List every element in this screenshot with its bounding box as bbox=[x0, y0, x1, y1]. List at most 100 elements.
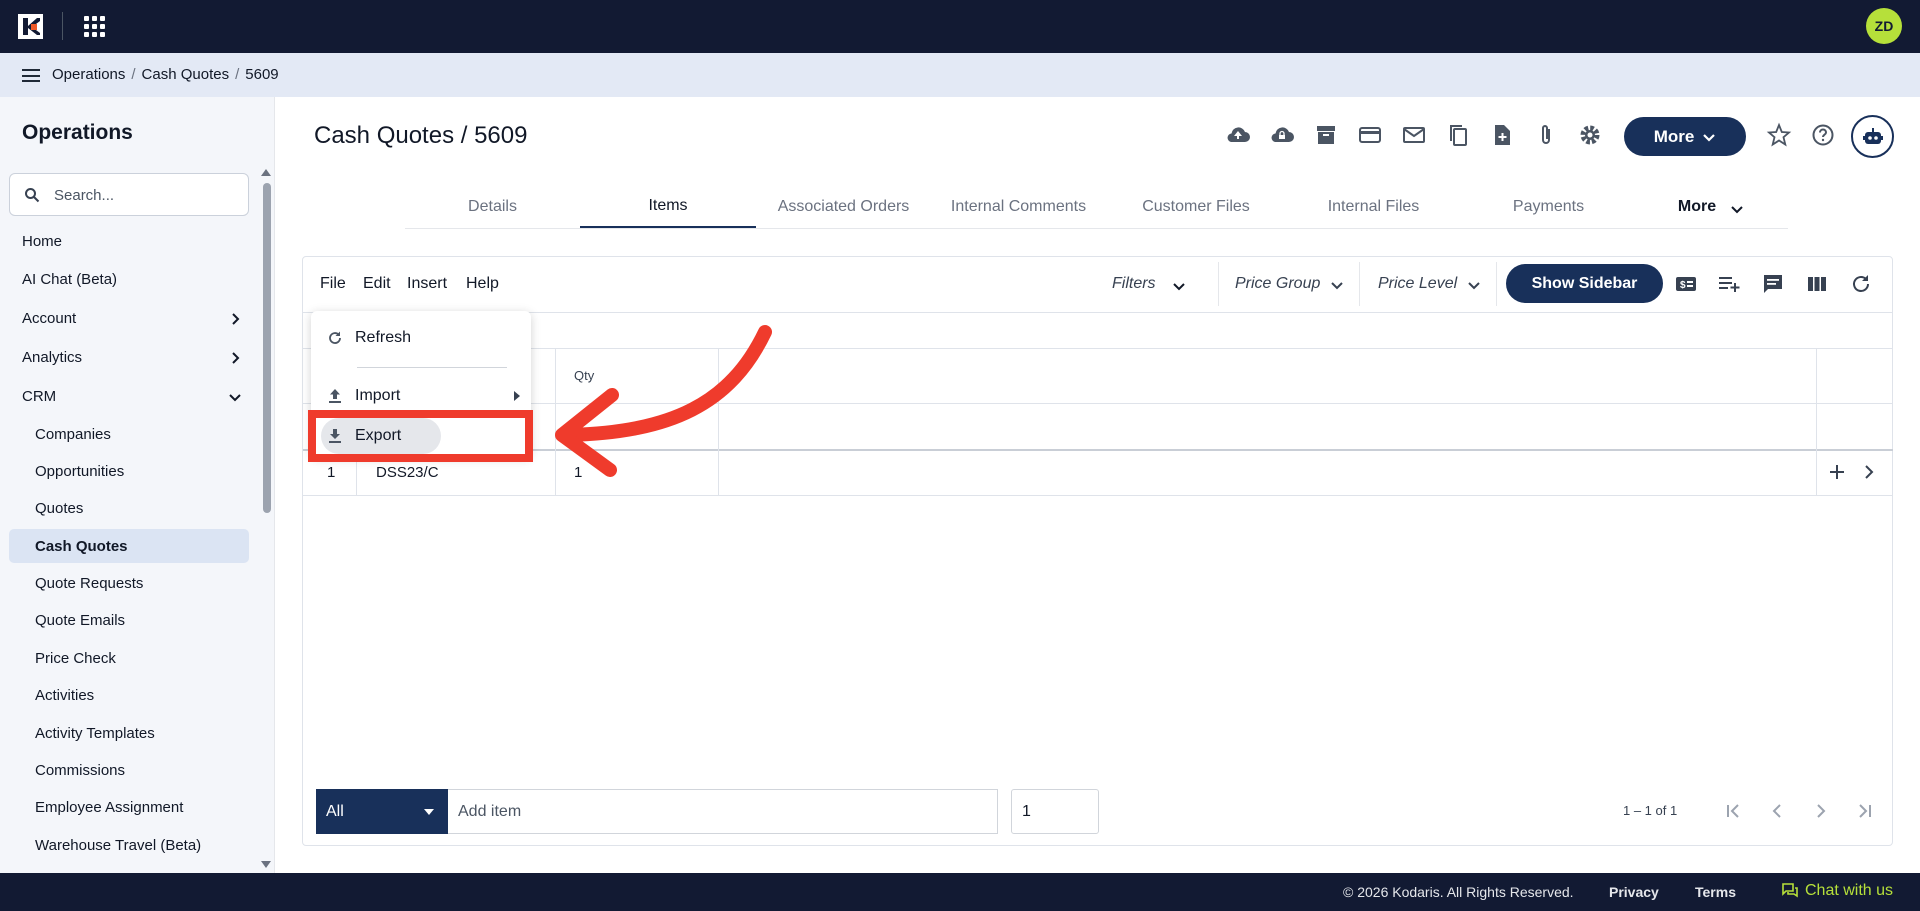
archive-icon[interactable] bbox=[1313, 122, 1339, 148]
sidebar-item-label: Account bbox=[22, 310, 77, 327]
filter-separator bbox=[1218, 262, 1219, 306]
columns-icon[interactable] bbox=[1805, 272, 1829, 296]
add-item-input[interactable] bbox=[448, 789, 998, 834]
top-bar: ZD bbox=[0, 0, 1920, 53]
chevron-down-icon bbox=[1703, 133, 1716, 142]
footer-privacy-link[interactable]: Privacy bbox=[1609, 884, 1659, 900]
ai-assistant-button[interactable] bbox=[1851, 115, 1894, 158]
breadcrumb-bar: Operations / Cash Quotes / 5609 bbox=[0, 53, 1920, 97]
filters-dropdown[interactable]: Filters bbox=[1112, 275, 1156, 293]
chat-with-us-link[interactable]: Chat with us bbox=[1781, 882, 1893, 900]
breadcrumb-cash-quotes[interactable]: Cash Quotes bbox=[142, 66, 230, 83]
tab-associated-orders[interactable]: Associated Orders bbox=[756, 186, 931, 228]
topbar-divider bbox=[62, 12, 63, 40]
caret-down-icon bbox=[424, 809, 434, 815]
comment-icon[interactable] bbox=[1761, 272, 1785, 296]
sidebar-item-ai-chat[interactable]: AI Chat (Beta) bbox=[22, 271, 242, 288]
gear-icon[interactable] bbox=[1577, 122, 1603, 148]
sidebar-search[interactable] bbox=[9, 173, 249, 216]
sidebar-item-cash-quotes[interactable]: Cash Quotes bbox=[35, 538, 128, 555]
help-icon[interactable] bbox=[1810, 122, 1836, 148]
footer-terms-link[interactable]: Terms bbox=[1695, 884, 1736, 900]
scroll-down-arrow[interactable] bbox=[261, 861, 271, 868]
chevron-down-icon[interactable] bbox=[1467, 278, 1481, 292]
cloud-upload-icon[interactable] bbox=[1225, 122, 1251, 148]
sidebar-item-activity-templates[interactable]: Activity Templates bbox=[35, 725, 155, 742]
filters-label: Filters bbox=[1112, 275, 1156, 292]
sidebar-item-quote-emails[interactable]: Quote Emails bbox=[35, 612, 125, 629]
sidebar-item-crm[interactable]: CRM bbox=[22, 388, 242, 405]
first-page-icon[interactable] bbox=[1722, 800, 1744, 822]
sidebar-item-quote-requests[interactable]: Quote Requests bbox=[35, 575, 143, 592]
grid-line bbox=[303, 312, 1893, 313]
sidebar-item-activities[interactable]: Activities bbox=[35, 687, 94, 704]
item-filter-select[interactable]: All bbox=[316, 789, 448, 834]
submenu-arrow-icon bbox=[514, 391, 520, 401]
price-group-dropdown[interactable]: Price Group bbox=[1235, 275, 1320, 293]
sidebar-item-analytics[interactable]: Analytics bbox=[22, 349, 242, 366]
breadcrumb-operations[interactable]: Operations bbox=[52, 66, 125, 83]
tab-bar: Details Items Associated Orders Internal… bbox=[405, 186, 1788, 229]
breadcrumb-current: 5609 bbox=[245, 66, 279, 83]
menu-item-import[interactable]: Import bbox=[327, 387, 527, 405]
tab-details[interactable]: Details bbox=[405, 186, 580, 228]
chevron-right-icon[interactable] bbox=[1861, 463, 1877, 481]
star-icon[interactable] bbox=[1766, 122, 1792, 148]
sidebar-item-employee-assignment[interactable]: Employee Assignment bbox=[35, 799, 183, 816]
refresh-icon[interactable] bbox=[1849, 272, 1873, 296]
tab-items[interactable]: Items bbox=[580, 186, 756, 228]
sidebar-item-quotes[interactable]: Quotes bbox=[35, 500, 83, 517]
refresh-icon bbox=[329, 331, 341, 344]
sidebar-item-price-check[interactable]: Price Check bbox=[35, 650, 116, 667]
sidebar-search-input[interactable] bbox=[54, 184, 234, 206]
kodaris-logo[interactable] bbox=[18, 14, 43, 39]
next-page-icon[interactable] bbox=[1810, 800, 1832, 822]
copy-icon[interactable] bbox=[1445, 122, 1471, 148]
sidebar-scrollbar[interactable] bbox=[263, 183, 271, 513]
sidebar-item-companies[interactable]: Companies bbox=[35, 426, 111, 443]
attachment-icon[interactable] bbox=[1533, 122, 1559, 148]
show-sidebar-button[interactable]: Show Sidebar bbox=[1506, 264, 1663, 303]
menu-icon[interactable] bbox=[22, 69, 40, 82]
sidebar-item-commissions[interactable]: Commissions bbox=[35, 762, 125, 779]
menu-edit[interactable]: Edit bbox=[363, 275, 391, 293]
mail-icon[interactable] bbox=[1401, 122, 1427, 148]
chevron-down-icon[interactable] bbox=[1172, 279, 1186, 293]
previous-page-icon[interactable] bbox=[1766, 800, 1788, 822]
tab-internal-comments[interactable]: Internal Comments bbox=[931, 186, 1106, 228]
menu-insert[interactable]: Insert bbox=[407, 275, 447, 293]
chevron-down-icon[interactable] bbox=[1330, 278, 1344, 292]
sidebar-item-opportunities[interactable]: Opportunities bbox=[35, 463, 124, 480]
highlight-box bbox=[308, 410, 533, 462]
breadcrumb-separator: / bbox=[235, 66, 240, 83]
last-page-icon[interactable] bbox=[1854, 800, 1876, 822]
cloud-lock-icon[interactable] bbox=[1269, 122, 1295, 148]
sidebar-item-label: AI Chat (Beta) bbox=[22, 271, 118, 288]
tab-payments[interactable]: Payments bbox=[1461, 186, 1636, 228]
price-level-dropdown[interactable]: Price Level bbox=[1378, 275, 1457, 293]
sidebar-item-account[interactable]: Account bbox=[22, 310, 242, 327]
cell-item[interactable]: DSS23/C bbox=[376, 464, 439, 481]
credit-card-icon[interactable] bbox=[1357, 122, 1383, 148]
user-avatar[interactable]: ZD bbox=[1866, 8, 1902, 44]
sidebar-item-label: Analytics bbox=[22, 349, 83, 366]
menu-help[interactable]: Help bbox=[466, 275, 499, 293]
quantity-input[interactable] bbox=[1011, 789, 1099, 834]
price-tag-icon[interactable]: $ bbox=[1674, 272, 1698, 296]
file-add-icon[interactable] bbox=[1489, 122, 1515, 148]
scroll-up-arrow[interactable] bbox=[261, 169, 271, 176]
sidebar-item-warehouse-travel[interactable]: Warehouse Travel (Beta) bbox=[35, 837, 201, 854]
menu-file[interactable]: File bbox=[320, 275, 346, 293]
apps-grid-icon[interactable] bbox=[84, 16, 105, 37]
sidebar: Operations Home AI Chat (Beta) Account A… bbox=[0, 97, 275, 873]
tab-more[interactable]: More bbox=[1636, 186, 1786, 228]
price-level-label: Price Level bbox=[1378, 275, 1458, 292]
tab-internal-files[interactable]: Internal Files bbox=[1286, 186, 1461, 228]
add-row-icon[interactable] bbox=[1717, 272, 1741, 296]
tab-customer-files[interactable]: Customer Files bbox=[1106, 186, 1286, 228]
pagination-range: 1 – 1 of 1 bbox=[1623, 803, 1678, 818]
sidebar-item-home[interactable]: Home bbox=[22, 233, 242, 250]
more-actions-button[interactable]: More bbox=[1624, 117, 1746, 156]
menu-item-refresh[interactable]: Refresh bbox=[327, 329, 411, 347]
add-icon[interactable] bbox=[1828, 463, 1846, 481]
